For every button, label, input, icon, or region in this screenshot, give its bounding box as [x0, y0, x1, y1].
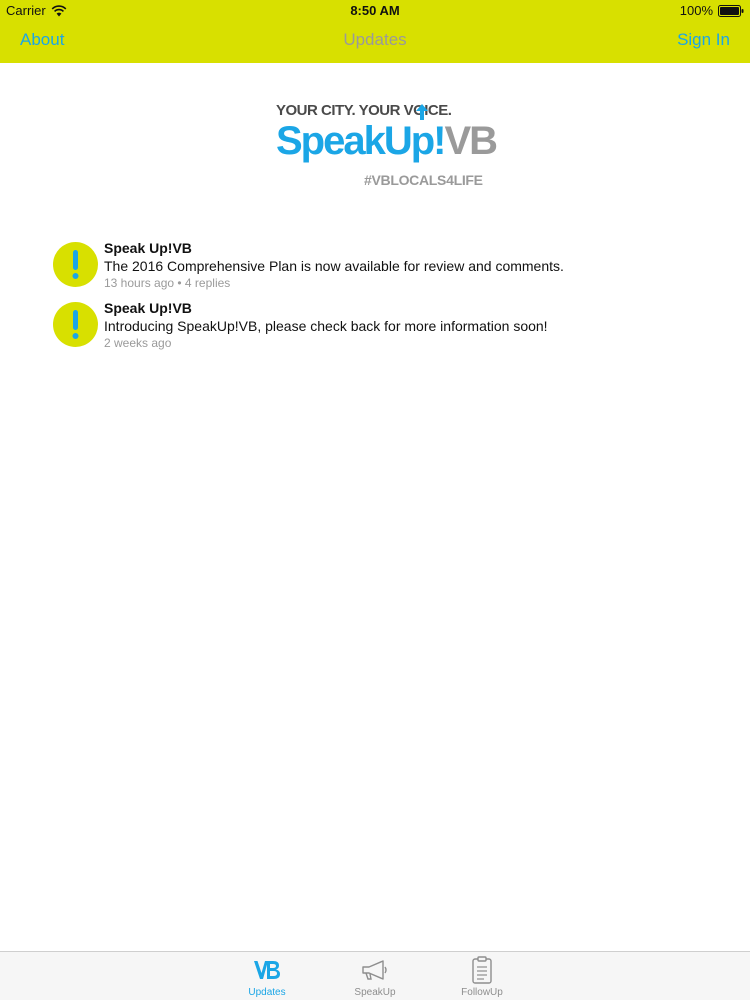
arrow-up-icon [416, 104, 428, 125]
tab-label: SpeakUp [354, 987, 396, 998]
tab-label: Updates [248, 987, 286, 998]
battery-percent: 100% [679, 3, 713, 18]
post-author: Speak Up!VB [104, 300, 192, 316]
list-item[interactable]: Speak Up!VB Introducing SpeakUp!VB, plea… [53, 300, 703, 360]
exclamation-icon [53, 302, 98, 347]
post-message: The 2016 Comprehensive Plan is now avail… [104, 258, 564, 274]
tab-updates[interactable]: Updates [227, 956, 307, 998]
tab-bar: Updates SpeakUp FollowUp [0, 951, 750, 1000]
status-right: 100% [680, 3, 744, 18]
sign-in-button[interactable]: Sign In [677, 30, 730, 50]
list-item-text: Speak Up!VB The 2016 Comprehensive Plan … [104, 240, 564, 291]
clipboard-icon [442, 956, 522, 984]
page-title: Updates [343, 30, 407, 49]
post-meta: 2 weeks ago [104, 336, 172, 350]
list-item-text: Speak Up!VB Introducing SpeakUp!VB, plea… [104, 300, 548, 351]
nav-bar: About Updates Sign In [0, 20, 750, 63]
logo-name-part2: VB [444, 119, 499, 163]
list-item[interactable]: Speak Up!VB The 2016 Comprehensive Plan … [53, 240, 703, 300]
speakup-vb-logo: YOUR CITY. YOUR VOICE. SpeakUp!VB #VBLOC… [276, 102, 498, 190]
vb-icon [227, 956, 307, 984]
post-author: Speak Up!VB [104, 240, 192, 256]
tab-label: FollowUp [461, 987, 503, 998]
header: Carrier 8:50 AM 100% About Updates Sign … [0, 0, 750, 63]
logo-name-part1: SpeakUp! [276, 119, 446, 163]
megaphone-icon [335, 956, 415, 984]
tab-followup[interactable]: FollowUp [442, 956, 522, 998]
logo-hashtag: #VBLOCALS4LIFE [364, 172, 483, 188]
battery-icon [718, 4, 744, 17]
exclamation-icon [53, 242, 98, 287]
status-bar: Carrier 8:50 AM 100% [0, 0, 750, 20]
tab-speakup[interactable]: SpeakUp [335, 956, 415, 998]
post-message: Introducing SpeakUp!VB, please check bac… [104, 318, 548, 334]
screen: Carrier 8:50 AM 100% About Updates Sign … [0, 0, 750, 1000]
logo-wordmark: SpeakUp!VB [276, 118, 499, 164]
post-meta: 13 hours ago • 4 replies [104, 276, 231, 290]
updates-feed: Speak Up!VB The 2016 Comprehensive Plan … [53, 240, 703, 360]
status-time: 8:50 AM [350, 3, 400, 18]
